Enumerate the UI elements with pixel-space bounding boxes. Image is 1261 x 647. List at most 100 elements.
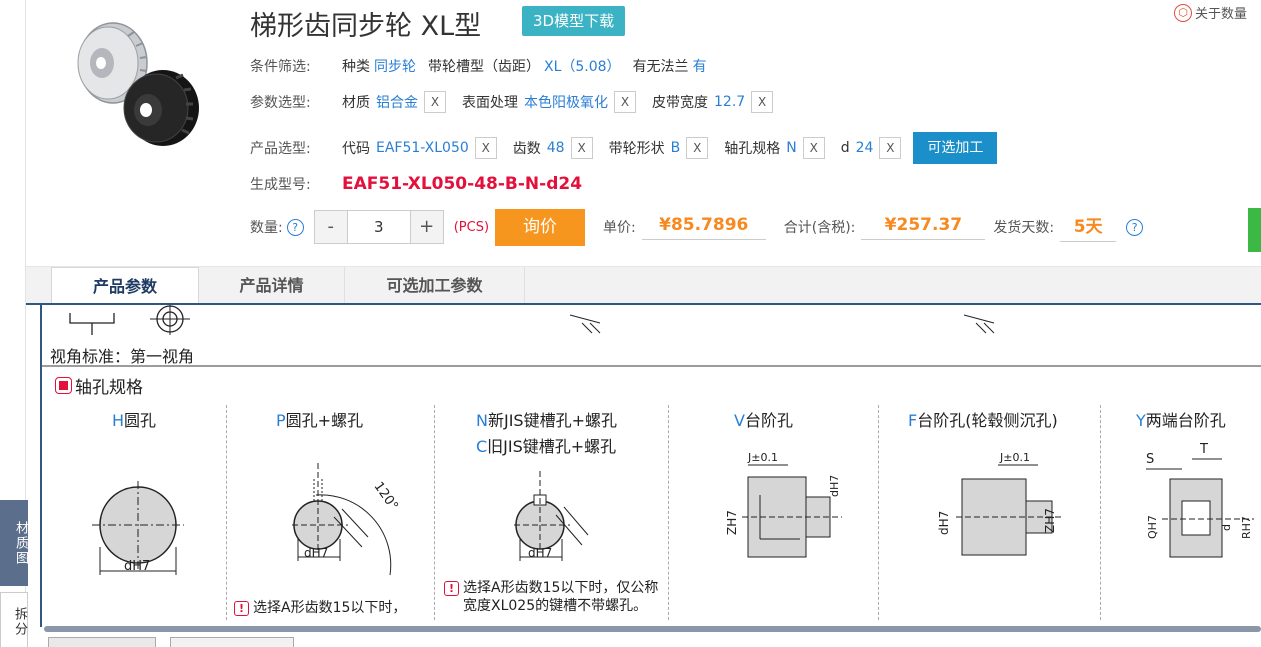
generated-model-code: EAF51-XL050-48-B-N-d24 [342,174,583,194]
title-h: 圆孔 [124,411,157,430]
side-tab-material[interactable]: 材质图 [0,500,28,586]
svg-text:ZH7: ZH7 [1043,508,1057,533]
drawing-h-round: dH7 [92,481,184,575]
title-y: 两端台阶孔 [1145,411,1226,430]
svg-text:dH7: dH7 [304,546,328,560]
page-title: 梯形齿同步轮 XL型 [250,11,482,42]
column-title-p: P圆孔+螺孔 [276,407,363,431]
about-quantity-label: 关于数量 [1195,7,1248,22]
download-3d-button[interactable]: 3D模型下载 [522,6,626,36]
spec-drawing-panel: 视角标准：第一视角 轴孔规格 H圆孔 P圆孔+螺孔 N新JIS键槽孔+螺孔 C旧… [40,305,1261,627]
param-value[interactable]: 12.7 [714,94,745,110]
filter-key: 有无法兰 [632,59,689,75]
note-p-text: 选择A形齿数15以下时， [253,600,407,616]
product-key: 带轮形状 [608,141,665,157]
filter-key: 带轮槽型（齿距） [428,59,540,75]
section-divider [42,365,1261,367]
generated-row: 生成型号: EAF51-XL050-48-B-N-d24 [250,174,582,194]
clear-d-button[interactable]: X [879,137,902,159]
svg-text:RH7: RH7 [1240,516,1253,539]
side-tab-split[interactable]: 拆分 [0,592,28,647]
svg-text:d: d [1220,524,1233,531]
tab-product-details[interactable]: 产品详情 [199,267,345,305]
bottom-tab-1[interactable] [48,637,156,647]
svg-text:T: T [1199,442,1208,457]
quantity-input[interactable]: 3 [347,210,410,244]
help-icon[interactable]: ? [286,218,304,236]
svg-text:dH7: dH7 [124,559,150,574]
drawing-v-stepped: ZH7 J±0.1 dH7 [725,451,842,558]
view-standard-label: 视角标准：第一视角 [50,347,195,366]
prefix-f: F [908,411,918,430]
param-key: 材质 [342,95,370,111]
svg-text:QH7: QH7 [1146,515,1159,539]
prefix-v: V [734,411,745,430]
increase-button[interactable]: + [409,210,444,244]
clear-code-button[interactable]: X [474,137,497,159]
clear-teeth-button[interactable]: X [570,137,593,159]
total-value: ¥257.37 [861,215,986,240]
total-label: 合计(含税): [783,220,856,236]
product-label: 产品选型: [250,141,311,157]
product-key: 齿数 [512,141,541,157]
delivery-days-label: 发货天数: [993,220,1055,236]
params-row: 参数选型: 材质 铝合金 X 表面处理 本色阳极氧化 X 皮带宽度 12.7 X [250,91,789,113]
about-quantity-link[interactable]: ⬡ 关于数量 [1174,3,1247,22]
top-fragment-drawing [69,305,995,335]
filter-value[interactable]: 有 [693,56,707,76]
unit-price-label: 单价: [603,220,636,236]
drawing-n-key: dH7 [514,471,589,561]
tab-optional-processing[interactable]: 可选加工参数 [345,267,525,305]
quantity-label: 数量: [250,220,283,236]
section-marker-icon [55,377,72,394]
svg-text:dH7: dH7 [828,475,841,497]
param-value[interactable]: 本色阳极氧化 [524,92,608,112]
product-value[interactable]: N [786,140,796,156]
prefix-n: N [476,411,488,430]
inquiry-button[interactable]: 询价 [495,208,586,246]
warning-icon: ! [444,581,459,596]
horizontal-scrollbar[interactable] [44,626,1261,632]
clear-belt-width-button[interactable]: X [751,91,774,113]
clear-bore-button[interactable]: X [802,137,825,159]
prefix-y: Y [1136,411,1146,430]
column-title-v: V台阶孔 [734,407,793,431]
clear-shape-button[interactable]: X [686,137,709,159]
title-n: 新JIS键槽孔+螺孔 [487,411,617,430]
svg-text:J±0.1: J±0.1 [747,451,778,464]
side-action-button[interactable] [1248,208,1261,252]
tab-product-params[interactable]: 产品参数 [51,267,199,306]
filter-value[interactable]: XL（5.08） [544,56,621,76]
svg-text:S: S [1146,452,1154,467]
drawing-p-round-screw: 120° dH7 [292,463,401,576]
warning-icon: ! [234,601,249,616]
svg-text:dH7: dH7 [937,511,951,535]
optional-processing-button[interactable]: 可选加工 [913,132,998,164]
tag-icon: ⬡ [1174,3,1192,22]
svg-text:120°: 120° [370,479,400,513]
svg-text:dH7: dH7 [528,546,552,560]
params-label: 参数选型: [250,95,311,111]
section-title: 轴孔规格 [55,373,143,398]
product-value[interactable]: 48 [547,140,565,156]
delivery-days-value: 5天 [1060,212,1117,242]
decrease-button[interactable]: - [313,210,348,244]
product-value[interactable]: B [671,140,681,156]
column-title-h: H圆孔 [112,407,156,431]
order-row: 数量: ? - 3 + (PCS) 询价 单价: ¥85.7896 合计(含税)… [250,207,1144,247]
filter-value[interactable]: 同步轮 [374,56,416,76]
param-value[interactable]: 铝合金 [376,92,418,112]
column-title-f: F台阶孔(轮毂侧沉孔) [908,407,1058,431]
drawing-y-double-stepped: S T QH7 d RH7 [1146,442,1254,558]
param-key: 表面处理 [462,95,518,111]
product-value[interactable]: 24 [856,140,874,156]
note-n-line2: 宽度XL025的键槽不带螺孔。 [463,598,648,614]
prefix-p: P [276,411,286,430]
clear-material-button[interactable]: X [424,91,446,113]
product-value[interactable]: EAF51-XL050 [376,140,469,156]
clear-surface-button[interactable]: X [614,91,636,113]
bottom-tab-2[interactable] [170,637,294,647]
days-help-icon[interactable]: ? [1126,218,1144,236]
unit-price-value: ¥85.7896 [641,215,766,240]
svg-text:ZH7: ZH7 [725,510,739,535]
